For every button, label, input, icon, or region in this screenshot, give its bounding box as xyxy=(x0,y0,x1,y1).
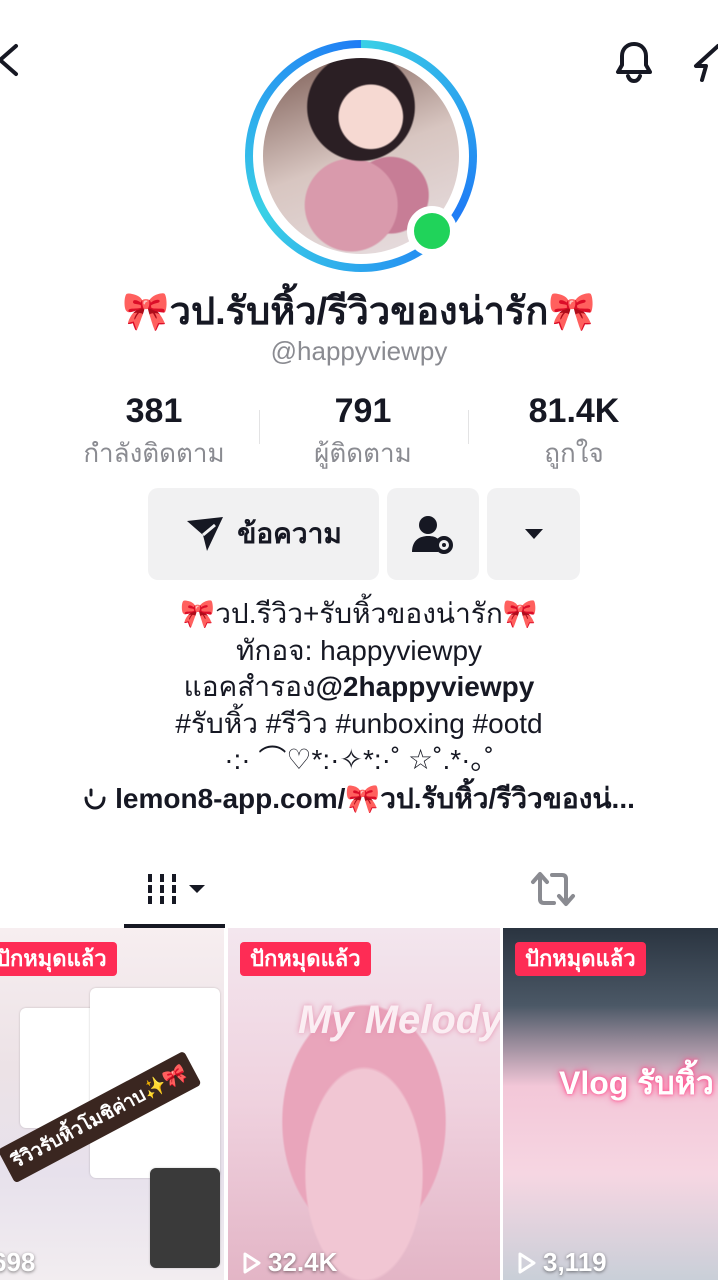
send-icon xyxy=(187,517,224,551)
online-status-dot xyxy=(407,206,457,256)
stat-following[interactable]: 381 กำลังติดตาม xyxy=(54,392,254,474)
profile-avatar[interactable] xyxy=(245,40,477,272)
chevron-left-icon[interactable] xyxy=(0,40,24,80)
stat-likes[interactable]: 81.4K ถูกใจ xyxy=(474,392,674,474)
display-name: 🎀วป.รับหิ้ว/รีวิวของน่ารัก🎀 xyxy=(0,280,718,341)
stat-value: 381 xyxy=(125,392,183,430)
bio-mention[interactable]: @2happyviewpy xyxy=(316,671,535,702)
stat-label: ผู้ติดตาม xyxy=(314,438,412,468)
video-tile[interactable]: My Melody ปักหมุดแล้ว 32.4K xyxy=(228,928,500,1280)
more-options-button[interactable] xyxy=(487,488,580,580)
grid-icon xyxy=(147,874,176,904)
display-name-text: วป.รับหิ้ว/รีวิวของน่ารัก xyxy=(169,291,549,333)
video-grid: รีวิวรับหิ้วโมชิค่าบ✨🎀 ปักหมุดแล้ว 698 M… xyxy=(0,928,718,1280)
thumbnail-screenshot xyxy=(150,1168,220,1268)
bio-line: ทักอจ: happyviewpy xyxy=(235,634,483,666)
divider xyxy=(259,410,260,444)
video-caption: My Melody xyxy=(298,998,500,1042)
view-count-text: 32.4K xyxy=(268,1247,338,1277)
bio-line: 🎀วป.รีวิว+รับหิ้วของน่ารัก🎀 xyxy=(180,598,538,629)
bio-line: แอคสำรอง@2happyviewpy xyxy=(0,669,718,706)
bio-line: ·:· ⌒♡*:·✧*:·˚ ☆˚.*·｡˚ xyxy=(224,744,494,775)
caret-down-icon xyxy=(524,529,543,539)
profile-actions: ข้อความ xyxy=(0,488,718,580)
pinned-badge: ปักหมุดแล้ว xyxy=(0,942,117,976)
bio-line: #รับหิ้ว #รีวิว #unboxing #ootd xyxy=(175,707,543,739)
share-icon[interactable] xyxy=(688,38,718,86)
profile-stats: 381 กำลังติดตาม 791 ผู้ติดตาม 81.4K ถูกใ… xyxy=(0,392,718,472)
message-button-label: ข้อความ xyxy=(237,518,342,549)
message-button[interactable]: ข้อความ xyxy=(148,488,379,580)
caret-down-icon xyxy=(188,885,205,893)
repost-icon xyxy=(531,872,575,906)
stat-followers[interactable]: 791 ผู้ติดตาม xyxy=(263,392,463,474)
stat-label: ถูกใจ xyxy=(544,438,604,468)
view-count: 32.4K xyxy=(242,1247,337,1278)
link-icon xyxy=(84,788,106,810)
bell-icon[interactable] xyxy=(610,38,658,86)
profile-bio: 🎀วป.รีวิว+รับหิ้วของน่ารัก🎀 ทักอจ: happy… xyxy=(0,596,718,817)
bow-emoji: 🎀 xyxy=(548,291,596,333)
video-tile[interactable]: รีวิวรับหิ้วโมชิค่าบ✨🎀 ปักหมุดแล้ว 698 xyxy=(0,928,224,1280)
user-settings-icon xyxy=(412,516,453,554)
video-tile[interactable]: Vlog รับหิ้ว ปักหมุดแล้ว 3,119 xyxy=(503,928,718,1280)
view-count: 3,119 xyxy=(517,1247,607,1278)
username: @happyviewpy xyxy=(270,336,448,366)
view-count-text: 698 xyxy=(0,1247,36,1277)
bio-link-text: lemon8-app.com/🎀วป.รับหิ้ว/รีวิวของน่... xyxy=(115,782,635,814)
bow-emoji: 🎀 xyxy=(122,291,170,333)
divider xyxy=(468,410,469,444)
view-count: 698 xyxy=(0,1247,35,1278)
view-count-text: 3,119 xyxy=(543,1247,607,1277)
pinned-badge: ปักหมุดแล้ว xyxy=(515,942,646,976)
play-icon xyxy=(518,1252,536,1273)
stat-label: กำลังติดตาม xyxy=(83,438,225,468)
user-settings-button[interactable] xyxy=(387,488,479,580)
play-icon xyxy=(243,1252,261,1273)
stat-value: 791 xyxy=(334,392,392,430)
pinned-badge: ปักหมุดแล้ว xyxy=(240,942,371,976)
video-caption: Vlog รับหิ้ว xyxy=(559,1065,714,1101)
tab-reposts[interactable] xyxy=(525,850,581,928)
bio-link[interactable]: lemon8-app.com/🎀วป.รับหิ้ว/รีวิวของน่... xyxy=(0,781,718,818)
bio-text: แอคสำรอง xyxy=(183,671,316,702)
stat-value: 81.4K xyxy=(528,392,620,430)
tab-videos[interactable] xyxy=(124,850,225,928)
content-tabs xyxy=(0,850,718,928)
